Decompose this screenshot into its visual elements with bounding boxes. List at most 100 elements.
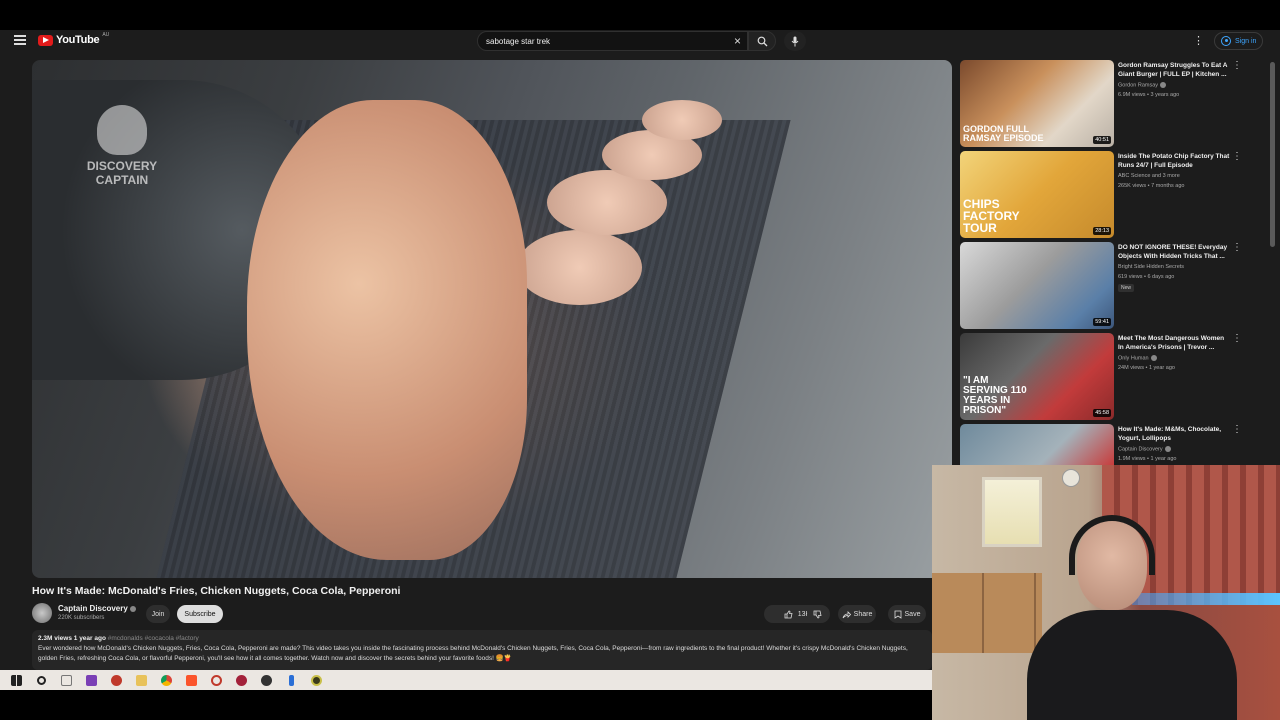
recommendation-channel-text: Captain Discovery [1118,446,1163,453]
app-maroon-icon [236,674,247,686]
recommendation-item[interactable]: CHIPS FACTORY TOUR 28:13 Inside The Pota… [960,151,1272,239]
account-icon [1221,36,1231,46]
logo-text: YouTube [56,34,100,46]
taskbar-search-icon[interactable] [29,670,54,690]
wall-clock [1062,469,1080,487]
dislike-button[interactable] [807,605,827,623]
folder-icon [136,674,147,686]
recommendation-item[interactable]: "I AM SERVING 110 YEARS IN PRISON" 45:58… [960,333,1272,421]
menu-icon[interactable] [14,35,26,45]
verified-icon [1164,446,1171,452]
youtube-logo[interactable]: YouTube AU [38,32,109,46]
more-vert-icon[interactable]: ⋮ [1193,34,1204,47]
app-red-icon [111,674,122,686]
duration-badge: 59:41 [1093,318,1111,326]
app-icon-purple[interactable] [79,670,104,690]
app-icon-obs[interactable] [304,670,329,690]
recommendation-channel-text: Only Human [1118,355,1149,362]
subscribe-button[interactable]: Subscribe [177,605,223,623]
youtube-play-icon [38,34,53,46]
sign-in-button[interactable]: Sign in [1214,32,1264,50]
thumbnail-text: GORDON FULL RAMSAY EPISODE [963,124,1044,143]
more-vert-icon[interactable]: ⋮ [1232,424,1242,435]
thumbnail-text: "I AM SERVING 110 YEARS IN PRISON" [963,375,1027,416]
app-icon-dark[interactable] [254,670,279,690]
search-box: × [477,31,748,51]
brave-icon[interactable] [179,670,204,690]
description-tags[interactable]: #mcdonalds #cocacola #factory [108,635,199,642]
recommendation-stats: 265K views • 7 months ago [1118,183,1185,189]
masthead: YouTube AU × ⋮ Sign in [0,30,1280,52]
video-player[interactable]: DISCOVERY CAPTAIN [32,60,952,578]
duration-badge: 40:51 [1093,136,1111,144]
screen-top-black-bar [0,0,1280,30]
recommendation-stats: 1.9M views • 1 year ago [1118,456,1177,462]
recommendation-thumbnail[interactable]: GORDON FULL RAMSAY EPISODE 40:51 [960,60,1114,147]
recommendation-item[interactable]: GORDON FULL RAMSAY EPISODE 40:51 Gordon … [960,60,1272,148]
save-icon [894,610,901,619]
description-meta: 2.3M views 1 year ago [38,635,106,642]
channel-avatar[interactable] [32,603,52,623]
windows-logo-icon [11,674,22,686]
join-button[interactable]: Join [146,605,170,623]
video-title: How It's Made: McDonald's Fries, Chicken… [32,585,401,597]
webcam-overlay [932,465,1280,720]
app-icon-blue[interactable] [279,670,304,690]
verified-icon [1160,82,1167,88]
recommendation-channel: Only Human [1118,355,1157,361]
recommendation-thumbnail[interactable]: CHIPS FACTORY TOUR 28:13 [960,151,1114,238]
eagle-logo-icon [97,105,147,155]
like-icon [784,610,793,618]
more-vert-icon[interactable]: ⋮ [1232,242,1242,253]
sign-in-label: Sign in [1235,37,1257,45]
recommendations-sidebar: GORDON FULL RAMSAY EPISODE 40:51 Gordon … [960,60,1272,465]
recommendation-title: Gordon Ramsay Struggles To Eat A Giant B… [1118,62,1228,78]
subscriber-count: 220K subscribers [58,615,105,621]
channel-watermark: DISCOVERY CAPTAIN [72,105,172,187]
search-input[interactable] [486,36,716,46]
recommendation-title: Meet The Most Dangerous Women In America… [1118,335,1225,351]
recommendation-channel: Bright Side Hidden Secrets [1118,264,1185,270]
windows-start-icon[interactable] [4,670,29,690]
recommendation-item[interactable]: 59:41 DO NOT IGNORE THESE! Everyday Obje… [960,242,1272,330]
recommendation-item[interactable]: How It's Made: M&Ms, Chocolate, Yogurt, … [960,424,1272,465]
app-icon-circle[interactable] [204,670,229,690]
verified-icon [1150,355,1157,361]
headphones-icon [1069,515,1155,575]
share-label: Share [853,610,873,618]
more-vert-icon[interactable]: ⋮ [1232,151,1242,162]
chrome-icon[interactable] [154,670,179,690]
recommendation-title: How It's Made: M&Ms, Chocolate, Yogurt, … [1118,426,1222,442]
voice-search-button[interactable] [784,31,806,51]
new-badge: New [1118,284,1135,292]
channel-name[interactable]: Captain Discovery [58,604,136,613]
recommendation-channel: Captain Discovery [1118,446,1171,452]
task-view-icon[interactable] [54,670,79,690]
app-icon-maroon[interactable] [229,670,254,690]
search-button[interactable] [748,31,776,51]
meat-extrusion [247,100,527,560]
video-description[interactable]: 2.3M views 1 year ago #mcdonalds #cocaco… [32,630,932,670]
clear-icon[interactable]: × [734,34,741,48]
recommendation-thumbnail[interactable]: "I AM SERVING 110 YEARS IN PRISON" 45:58 [960,333,1114,420]
recommendation-thumbnail[interactable]: 59:41 [960,242,1114,329]
more-vert-icon[interactable]: ⋮ [1232,60,1242,71]
more-vert-icon[interactable]: ⋮ [1232,333,1242,344]
app-icon-red[interactable] [104,670,129,690]
file-explorer-icon[interactable] [129,670,154,690]
sidebar-scrollbar[interactable] [1270,62,1275,247]
recommendation-thumbnail[interactable] [960,424,1114,465]
patty [517,230,642,305]
person-body [1027,610,1237,720]
recommendation-stats: 619 views • 6 days ago [1118,274,1175,280]
mic-icon [791,36,799,46]
save-label: Save [904,610,921,618]
save-button[interactable]: Save [888,605,926,623]
windows-taskbar [0,670,932,690]
watermark-line-2: CAPTAIN [95,173,149,187]
app-circle-icon [211,674,222,686]
recommendation-stats: 24M views • 1 year ago [1118,365,1175,371]
search-icon [37,675,46,685]
share-button[interactable]: Share [838,605,876,623]
channel-name-text: Captain Discovery [58,604,128,613]
